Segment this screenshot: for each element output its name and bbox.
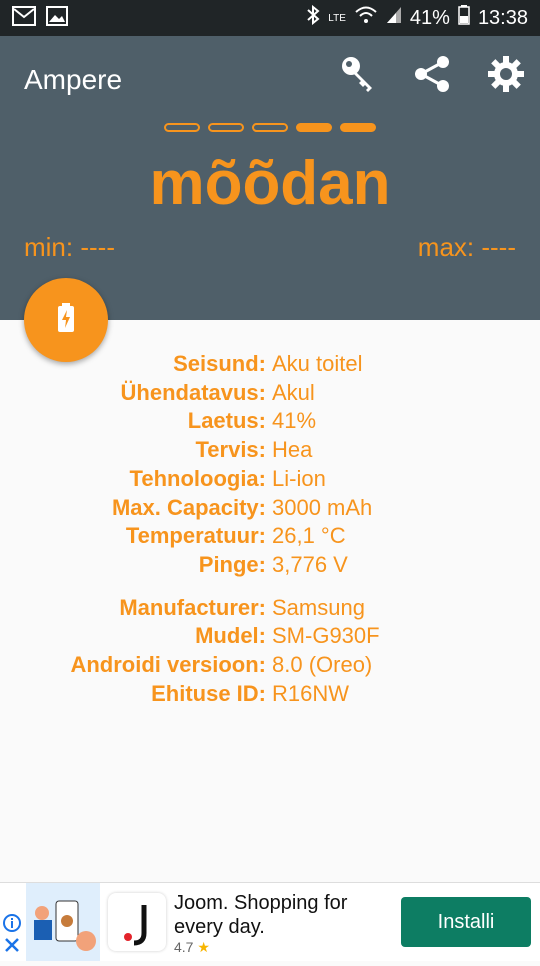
max-value: max: ---- <box>417 232 516 262</box>
info-label: Ühendatavus: <box>120 379 266 405</box>
current-reading: mõõdan <box>149 149 391 218</box>
device-value: Samsung <box>272 594 365 620</box>
info-row: Tervis: Hea <box>0 436 540 465</box>
ad-close-icon[interactable] <box>4 937 20 958</box>
info-label: Pinge: <box>198 551 266 577</box>
battery-icon <box>458 5 470 31</box>
image-notification-icon <box>46 5 68 31</box>
device-label: Androidi versioon: <box>70 652 266 678</box>
ad-app-logo[interactable] <box>108 893 166 951</box>
gear-icon[interactable] <box>486 54 526 94</box>
min-value: min: ---- <box>24 232 115 262</box>
info-value: 41% <box>272 408 317 434</box>
install-button[interactable]: Installi <box>401 897 531 947</box>
device-row: Mudel: SM-G930F <box>0 622 540 651</box>
device-label: Ehituse ID: <box>151 680 266 706</box>
network-label: LTE <box>328 12 346 24</box>
ad-banner[interactable]: Joom. Shopping for every day. 4.7 ★ Inst… <box>0 882 540 961</box>
device-value: SM-G930F <box>272 623 380 649</box>
progress-dot <box>252 123 288 132</box>
key-icon[interactable] <box>338 54 378 94</box>
battery-charging-icon <box>56 302 76 338</box>
info-row: Max. Capacity: 3000 mAh <box>0 494 540 523</box>
info-label: Temperatuur: <box>125 523 266 549</box>
status-bar: LTE 41% 13:38 <box>0 0 540 36</box>
device-value: 8.0 (Oreo) <box>272 652 373 678</box>
info-row: Pinge: 3,776 V <box>0 551 540 580</box>
ad-image[interactable] <box>26 883 100 961</box>
ad-rating-value: 4.7 <box>174 939 194 955</box>
ad-rating: 4.7 ★ <box>174 939 210 956</box>
star-icon: ★ <box>197 939 210 955</box>
device-label: Manufacturer: <box>119 594 266 620</box>
app-header: Ampere mõõdan min: ---- max: ---- <box>0 36 540 320</box>
signal-icon <box>386 6 402 30</box>
info-label: Max. Capacity: <box>111 494 266 520</box>
app-title: Ampere <box>24 64 123 95</box>
info-value: 3000 mAh <box>272 494 373 520</box>
gmail-notification-icon <box>12 5 36 31</box>
device-row: Androidi versioon: 8.0 (Oreo) <box>0 651 540 680</box>
battery-percent: 41% <box>409 6 450 29</box>
share-icon[interactable] <box>412 54 452 94</box>
progress-dot <box>208 123 244 132</box>
info-label: Tervis: <box>195 437 266 463</box>
bluetooth-icon <box>306 4 320 31</box>
info-value: Hea <box>272 437 313 463</box>
info-label: Seisund: <box>173 351 266 376</box>
info-value: Akul <box>272 379 315 405</box>
progress-dot <box>340 123 376 132</box>
info-row: Temperatuur: 26,1 °C <box>0 522 540 551</box>
device-label: Mudel: <box>195 623 266 649</box>
status-time: 13:38 <box>477 6 528 29</box>
progress-dots <box>164 123 376 132</box>
wifi-icon <box>354 5 378 31</box>
info-row: Seisund: Aku toitel <box>0 350 540 379</box>
device-row: Ehituse ID: R16NW <box>0 680 540 709</box>
info-value: Li-ion <box>272 465 326 491</box>
ad-title[interactable]: Joom. Shopping for every day. <box>174 891 384 939</box>
info-row: Tehnoloogia: Li-ion <box>0 465 540 494</box>
battery-info-list: Seisund: Aku toitel Ühendatavus: Akul Laet… <box>0 350 540 708</box>
ad-info-icon[interactable] <box>2 913 22 933</box>
info-row: Ühendatavus: Akul <box>0 379 540 408</box>
info-row: Laetus: 41% <box>0 407 540 436</box>
info-value: 3,776 V <box>272 551 348 577</box>
info-label: Laetus: <box>187 408 266 434</box>
progress-dot <box>296 123 332 132</box>
device-value: R16NW <box>272 680 350 706</box>
info-value: Aku toitel <box>272 351 363 376</box>
info-label: Tehnoloogia: <box>129 465 266 491</box>
device-row: Manufacturer: Samsung <box>0 594 540 623</box>
progress-dot <box>164 123 200 132</box>
info-value: 26,1 °C <box>272 523 346 549</box>
